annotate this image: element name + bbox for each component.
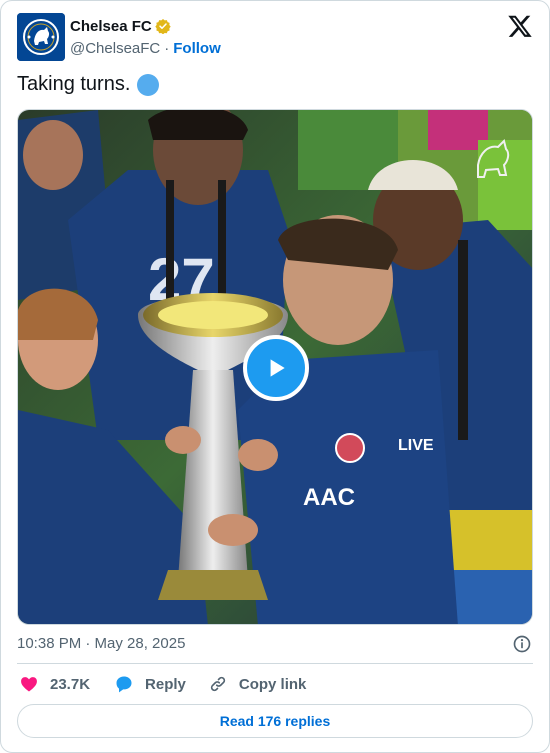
author-handle[interactable]: @ChelseaFC xyxy=(70,40,160,57)
heart-icon xyxy=(21,677,37,692)
reply-button[interactable]: Reply xyxy=(114,674,186,694)
tweet-body: Taking turns. xyxy=(17,73,131,95)
tweet-actions: 23.7K Reply Copy link xyxy=(19,674,306,694)
tweet-header: Chelsea FC @ChelseaFC · Follow xyxy=(17,13,533,63)
x-logo-icon[interactable] xyxy=(507,13,533,39)
link-icon xyxy=(210,676,226,692)
copy-link-button[interactable]: Copy link xyxy=(208,674,307,694)
info-icon[interactable] xyxy=(512,634,532,654)
reply-label: Reply xyxy=(145,675,186,693)
reply-bubble-icon xyxy=(116,676,132,693)
follow-button[interactable]: Follow xyxy=(173,40,221,57)
copy-link-label: Copy link xyxy=(238,675,307,693)
divider xyxy=(17,663,533,664)
video-thumbnail[interactable]: 27 LIVE AAC xyxy=(17,109,533,625)
like-button[interactable]: 23.7K xyxy=(19,674,90,694)
author-info: Chelsea FC @ChelseaFC · Follow xyxy=(70,16,221,58)
verified-badge-icon xyxy=(155,19,171,34)
play-button[interactable] xyxy=(243,335,309,401)
play-icon xyxy=(270,359,285,377)
avatar[interactable] xyxy=(17,13,65,61)
like-count: 23.7K xyxy=(50,675,91,693)
tweet-text: Taking turns. xyxy=(17,73,160,96)
chelsea-crest-icon xyxy=(17,13,65,61)
display-name[interactable]: Chelsea FC xyxy=(70,18,152,35)
svg-text:LIVE: LIVE xyxy=(398,437,434,454)
separator-dot: · xyxy=(164,40,170,57)
tweet-card: Chelsea FC @ChelseaFC · Follow Taking tu… xyxy=(0,0,550,753)
svg-text:AAC: AAC xyxy=(303,484,355,511)
read-replies-button[interactable]: Read 176 replies xyxy=(17,704,533,738)
blue-circle-emoji-icon xyxy=(137,73,160,96)
tweet-timestamp[interactable]: 10:38 PM · May 28, 2025 xyxy=(17,635,185,652)
